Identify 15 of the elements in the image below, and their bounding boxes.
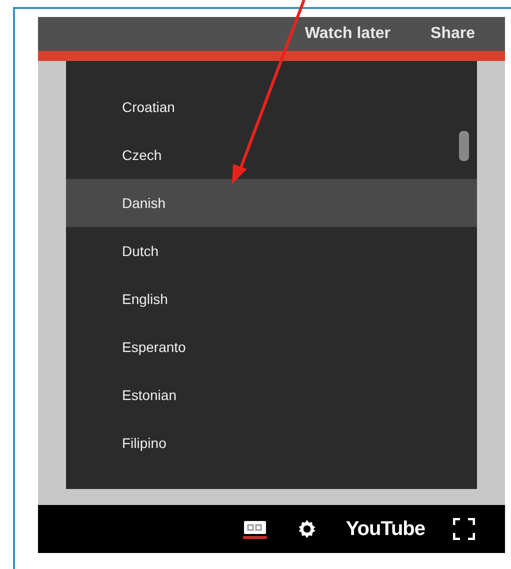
language-option[interactable]: Estonian [66, 371, 477, 419]
language-option[interactable]: Danish [66, 179, 477, 227]
scrollbar-thumb[interactable] [459, 131, 469, 161]
language-option[interactable]: Dutch [66, 227, 477, 275]
youtube-logo[interactable]: YouTube [346, 514, 425, 544]
watch-later-button[interactable]: Watch later [304, 22, 391, 46]
language-option[interactable]: English [66, 275, 477, 323]
captions-button[interactable] [242, 518, 268, 540]
captions-icon [242, 518, 268, 540]
language-option[interactable]: Czech [66, 131, 477, 179]
language-option[interactable]: Croatian [66, 83, 477, 131]
language-option[interactable]: Esperanto [66, 323, 477, 371]
share-button[interactable]: Share [430, 22, 475, 46]
language-option[interactable]: Filipino [66, 419, 477, 467]
fullscreen-icon[interactable] [453, 518, 475, 540]
